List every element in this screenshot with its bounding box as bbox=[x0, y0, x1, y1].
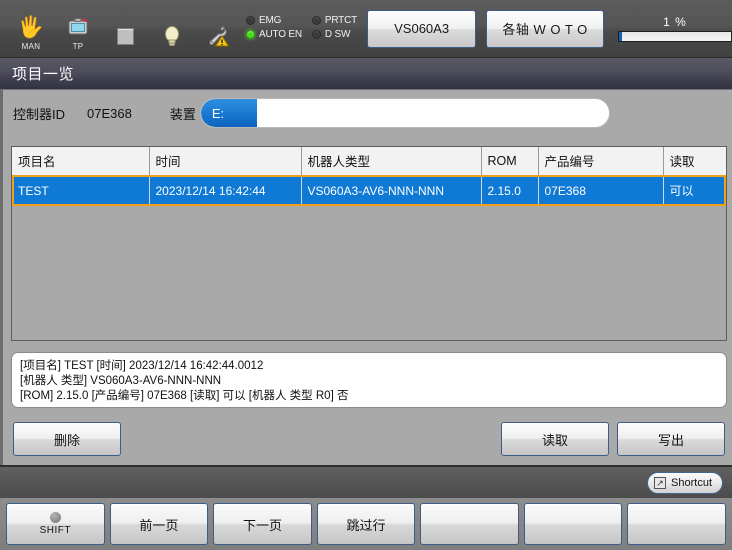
shortcut-arrow-icon: ↗ bbox=[654, 476, 667, 489]
stop-square-icon bbox=[116, 23, 134, 50]
fkey-label: SHIFT bbox=[39, 525, 71, 536]
read-button[interactable]: 读取 bbox=[501, 422, 609, 456]
cell-robot-type: VS060A3-AV6-NNN-NNN bbox=[301, 175, 482, 206]
detail-line-2: [机器人 类型] VS060A3-AV6-NNN-NNN bbox=[20, 375, 222, 387]
table-row[interactable]: TEST 2023/12/14 16:42:44 VS060A3-AV6-NNN… bbox=[12, 175, 726, 206]
robot-model-button[interactable]: VS060A3 bbox=[367, 9, 477, 48]
controller-id-label: 控制器ID bbox=[13, 106, 66, 122]
teach-pendant-label: TP bbox=[72, 41, 84, 51]
teach-pendant-screen: 🖐 MAN TP EMG PRTCT AUTO EN D SW VS060A3 … bbox=[0, 0, 732, 550]
led-dot-icon bbox=[311, 30, 321, 39]
page-title-bar: 项目一览 bbox=[0, 58, 732, 90]
table-header-row: 项目名 时间 机器人类型 ROM 产品编号 读取 bbox=[12, 147, 726, 176]
led-auto-en: AUTO EN bbox=[246, 29, 302, 40]
led-indicator-group: EMG PRTCT AUTO EN D SW bbox=[246, 15, 357, 42]
shortcut-label: Shortcut bbox=[671, 476, 712, 489]
lamp-indicator[interactable] bbox=[155, 7, 189, 51]
shortcut-button[interactable]: ↗ Shortcut bbox=[647, 471, 723, 494]
controller-id-value: 07E368 bbox=[87, 105, 132, 121]
column-header-rom[interactable]: ROM bbox=[481, 147, 539, 176]
device-path-input[interactable] bbox=[256, 99, 609, 127]
fkey-skip-line[interactable]: 跳过行 bbox=[316, 503, 416, 545]
delete-button[interactable]: 删除 bbox=[13, 422, 121, 456]
fkey-shift[interactable]: SHIFT bbox=[6, 503, 105, 545]
led-prtct: PRTCT bbox=[311, 15, 358, 26]
fkey-label: 前一页 bbox=[139, 517, 179, 533]
hand-icon: 🖐 bbox=[17, 15, 45, 39]
column-header-robot-type[interactable]: 机器人类型 bbox=[301, 147, 482, 176]
device-label: 装置 bbox=[169, 106, 196, 122]
device-field-group: 装置 E: bbox=[170, 98, 610, 128]
fkey-6[interactable] bbox=[523, 503, 623, 545]
fkey-label: 下一页 bbox=[242, 517, 282, 533]
column-header-product-number[interactable]: 产品编号 bbox=[538, 147, 664, 176]
column-header-project-name[interactable]: 项目名 bbox=[12, 147, 150, 176]
fkey-5[interactable] bbox=[420, 503, 519, 545]
led-dot-icon bbox=[246, 30, 255, 39]
led-dot-icon bbox=[246, 16, 255, 25]
detail-line-3: [ROM] 2.15.0 [产品编号] 07E368 [读取] 可以 [机器人 … bbox=[20, 390, 349, 402]
speed-indicator[interactable]: 1 % bbox=[618, 15, 732, 42]
project-list-table[interactable]: 项目名 时间 机器人类型 ROM 产品编号 读取 TEST 2023/12/14… bbox=[11, 146, 727, 341]
cell-product-number: 07E368 bbox=[538, 175, 664, 206]
stop-indicator[interactable] bbox=[108, 7, 142, 51]
device-field[interactable]: E: bbox=[199, 98, 610, 128]
shortcut-bar: ↗ Shortcut bbox=[0, 465, 732, 498]
led-d-sw: D SW bbox=[311, 29, 357, 40]
detail-info-box: [项目名] TEST [时间] 2023/12/14 16:42:44.0012… bbox=[11, 352, 727, 408]
shift-dot-icon bbox=[49, 512, 61, 523]
wrench-warning-icon bbox=[207, 23, 231, 50]
fkey-prev-page[interactable]: 前一页 bbox=[109, 503, 209, 545]
function-key-bar: SHIFT 前一页 下一页 跳过行 bbox=[0, 498, 732, 550]
cell-rom: 2.15.0 bbox=[481, 175, 539, 206]
fkey-next-page[interactable]: 下一页 bbox=[213, 503, 312, 545]
speed-bar[interactable] bbox=[618, 31, 732, 42]
maintenance-indicator[interactable] bbox=[202, 7, 236, 51]
cell-project-name: TEST bbox=[12, 175, 150, 206]
manual-mode-label: MAN bbox=[21, 41, 41, 51]
fkey-7[interactable] bbox=[627, 503, 727, 545]
lamp-icon bbox=[163, 23, 181, 50]
led-label: AUTO EN bbox=[259, 29, 302, 40]
device-drive-tag[interactable]: E: bbox=[200, 99, 257, 127]
led-label: D SW bbox=[324, 29, 351, 40]
led-dot-icon bbox=[311, 16, 321, 25]
speed-bar-fill bbox=[619, 32, 622, 41]
column-header-readable[interactable]: 读取 bbox=[663, 147, 726, 176]
teach-pendant-indicator[interactable]: TP bbox=[61, 7, 95, 51]
fkey-label: 跳过行 bbox=[346, 517, 386, 533]
speed-value: 1 % bbox=[663, 15, 687, 29]
manual-mode-indicator[interactable]: 🖐 MAN bbox=[14, 7, 48, 51]
led-label: EMG bbox=[259, 15, 282, 26]
teach-pendant-icon bbox=[68, 14, 88, 41]
led-emg: EMG bbox=[246, 15, 302, 26]
detail-line-1: [项目名] TEST [时间] 2023/12/14 16:42:44.0012 bbox=[20, 360, 264, 372]
cell-readable: 可以 bbox=[663, 175, 726, 206]
status-icon-group: 🖐 MAN TP bbox=[0, 7, 236, 51]
action-button-row: 删除 读取 写出 bbox=[3, 416, 732, 462]
axis-status-button[interactable]: 各轴 W O T O bbox=[486, 9, 604, 48]
column-header-time[interactable]: 时间 bbox=[149, 147, 302, 176]
main-panel: 控制器ID 07E368 装置 E: 项目名 时间 机器人类型 ROM 产品编号… bbox=[0, 90, 732, 465]
cell-time: 2023/12/14 16:42:44 bbox=[149, 175, 302, 206]
info-row: 控制器ID 07E368 装置 E: bbox=[3, 90, 732, 136]
write-button[interactable]: 写出 bbox=[617, 422, 725, 456]
page-title: 项目一览 bbox=[12, 66, 75, 83]
led-label: PRTCT bbox=[324, 15, 358, 26]
status-bar: 🖐 MAN TP EMG PRTCT AUTO EN D SW VS060A3 … bbox=[0, 0, 732, 58]
